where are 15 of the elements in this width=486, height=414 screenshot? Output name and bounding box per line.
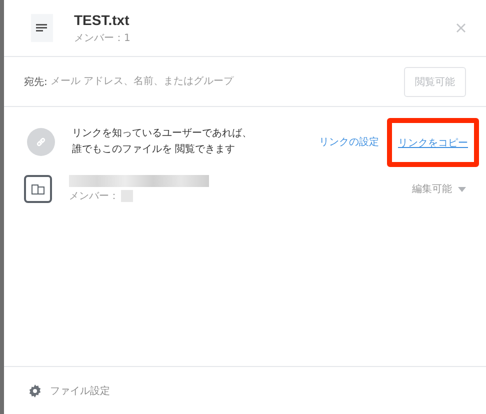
link-description: リンクを知っているユーザーであれば、誰でもこのファイルを 閲覧できます: [72, 127, 253, 157]
permission-dropdown[interactable]: 編集可能: [412, 182, 466, 196]
link[interactable]: リンクの設定: [319, 131, 379, 153]
file-title: TEST.txt: [74, 12, 130, 28]
redacted-count: [121, 190, 133, 202]
group-icon: [24, 175, 52, 203]
text-file-icon: [31, 14, 53, 42]
link-icon: [27, 128, 55, 156]
link[interactable]: リンクをコピー: [387, 118, 479, 166]
member-count: メンバー：: [69, 190, 119, 203]
caret-icon: [458, 186, 466, 192]
recipient-label: 宛先:: [24, 76, 48, 88]
file-settings-label[interactable]: ファイル設定: [50, 384, 110, 398]
gear-icon[interactable]: [28, 384, 42, 398]
member-count: メンバー：1: [74, 32, 132, 44]
